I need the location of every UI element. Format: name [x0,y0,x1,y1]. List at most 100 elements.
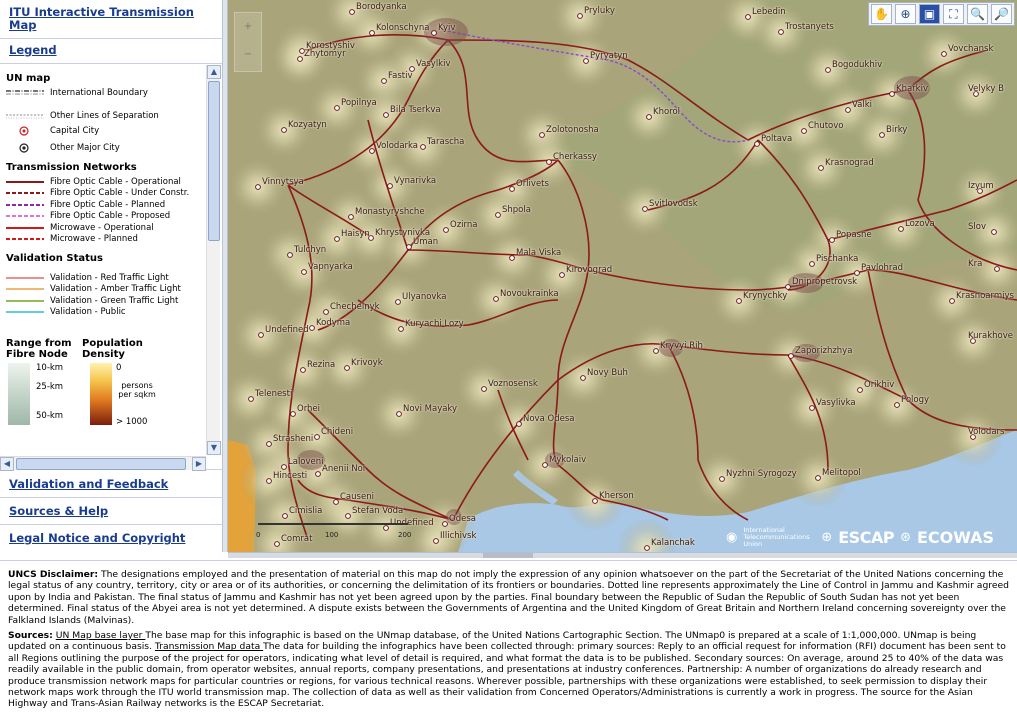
city-node-marker[interactable] [845,107,851,113]
scroll-thumb[interactable] [208,81,220,241]
city-node-marker[interactable] [778,29,784,35]
city-node-marker[interactable] [334,105,340,111]
city-node-marker[interactable] [894,402,900,408]
city-node-marker[interactable] [315,471,321,477]
city-node-marker[interactable] [297,56,303,62]
city-node-marker[interactable] [788,353,794,359]
city-node-marker[interactable] [754,141,760,147]
city-node-marker[interactable] [369,148,375,154]
city-node-marker[interactable] [348,214,354,220]
city-node-marker[interactable] [281,127,287,133]
city-node-marker[interactable] [493,296,499,302]
city-node-marker[interactable] [369,30,375,36]
city-node-marker[interactable] [509,186,515,192]
scroll-thumb[interactable] [16,458,186,470]
city-node-marker[interactable] [583,58,589,64]
city-node-marker[interactable] [546,159,552,165]
city-node-marker[interactable] [287,252,293,258]
city-node-marker[interactable] [248,396,254,402]
city-node-marker[interactable] [314,434,320,440]
horizontal-splitter[interactable] [228,552,1017,558]
city-node-marker[interactable] [323,309,329,315]
scroll-down-arrow-icon[interactable]: ▼ [207,441,221,455]
city-node-marker[interactable] [395,299,401,305]
scroll-up-arrow-icon[interactable]: ▲ [207,65,221,79]
city-node-marker[interactable] [719,476,725,482]
map-view[interactable]: + − Borodyanka Kolonschyna Kyiv Pryluky Lebe… [228,0,1017,552]
city-node-marker[interactable] [580,375,586,381]
city-node-marker[interactable] [258,332,264,338]
city-node-marker[interactable] [300,367,306,373]
city-node-marker[interactable] [559,272,565,278]
city-node-marker[interactable] [801,128,807,134]
city-node-marker[interactable] [383,112,389,118]
un-map-base-layer-link[interactable]: UN Map base layer [56,630,146,641]
sources-help-link[interactable]: Sources & Help [9,505,213,518]
city-node-marker[interactable] [290,411,296,417]
city-node-marker[interactable] [387,183,393,189]
city-node-marker[interactable] [991,229,997,235]
city-node-marker[interactable] [516,421,522,427]
city-node-marker[interactable] [745,14,751,20]
splitter-grip[interactable] [483,553,533,558]
city-node-marker[interactable] [825,67,831,73]
city-node-marker[interactable] [879,132,885,138]
full-extent-icon[interactable]: ▣ [919,4,940,24]
city-node-marker[interactable] [809,261,815,267]
city-node-marker[interactable] [281,464,287,470]
city-node-marker[interactable] [266,478,272,484]
zoom-previous-icon[interactable]: 🔍 [967,4,988,24]
city-node-marker[interactable] [592,498,598,504]
city-node-marker[interactable] [815,475,821,481]
city-node-marker[interactable] [442,521,448,527]
city-node-marker[interactable] [542,462,548,468]
legend-horizontal-scrollbar[interactable]: ◀ ▶ [0,456,206,471]
city-node-marker[interactable] [577,13,583,19]
zoom-box-icon[interactable]: ⛶ [943,4,964,24]
city-node-marker[interactable] [282,513,288,519]
app-title-link[interactable]: ITU Interactive Transmission Map [9,6,213,32]
city-node-marker[interactable] [829,237,835,243]
city-node-marker[interactable] [646,114,652,120]
city-node-marker[interactable] [653,348,659,354]
zoom-in-magnifier-icon[interactable]: ⊕ [895,4,916,24]
city-node-marker[interactable] [398,326,404,332]
city-node-marker[interactable] [309,325,315,331]
city-node-marker[interactable] [994,266,1000,272]
city-node-marker[interactable] [406,244,412,250]
city-node-marker[interactable] [818,165,824,171]
city-node-marker[interactable] [431,30,437,36]
city-node-marker[interactable] [266,441,272,447]
city-node-marker[interactable] [345,513,351,519]
city-node-marker[interactable] [539,132,545,138]
scroll-right-arrow-icon[interactable]: ▶ [192,457,206,471]
city-node-marker[interactable] [349,9,355,15]
legal-notice-link[interactable]: Legal Notice and Copyright [9,532,213,545]
zoom-next-icon[interactable]: 🔎 [991,4,1012,24]
city-node-marker[interactable] [889,91,895,97]
city-node-marker[interactable] [481,386,487,392]
scroll-left-arrow-icon[interactable]: ◀ [0,457,14,471]
city-node-marker[interactable] [785,284,791,290]
city-node-marker[interactable] [420,144,426,150]
city-node-marker[interactable] [941,51,947,57]
city-node-marker[interactable] [301,269,307,275]
city-node-marker[interactable] [854,270,860,276]
validation-feedback-link[interactable]: Validation and Feedback [9,478,213,491]
legend-link[interactable]: Legend [9,44,213,57]
city-node-marker[interactable] [381,78,387,84]
city-node-marker[interactable] [443,227,449,233]
zoom-out-icon[interactable]: − [235,41,261,69]
city-node-marker[interactable] [644,545,650,551]
pan-hand-icon[interactable]: ✋ [871,4,892,24]
city-node-marker[interactable] [898,226,904,232]
city-node-marker[interactable] [255,184,261,190]
transmission-map-data-link[interactable]: Transmission Map data [155,641,263,652]
city-node-marker[interactable] [642,206,648,212]
city-node-marker[interactable] [509,255,515,261]
city-node-marker[interactable] [949,298,955,304]
zoom-control[interactable]: + − [234,12,262,72]
city-node-marker[interactable] [495,212,501,218]
city-node-marker[interactable] [333,499,339,505]
city-node-marker[interactable] [857,387,863,393]
